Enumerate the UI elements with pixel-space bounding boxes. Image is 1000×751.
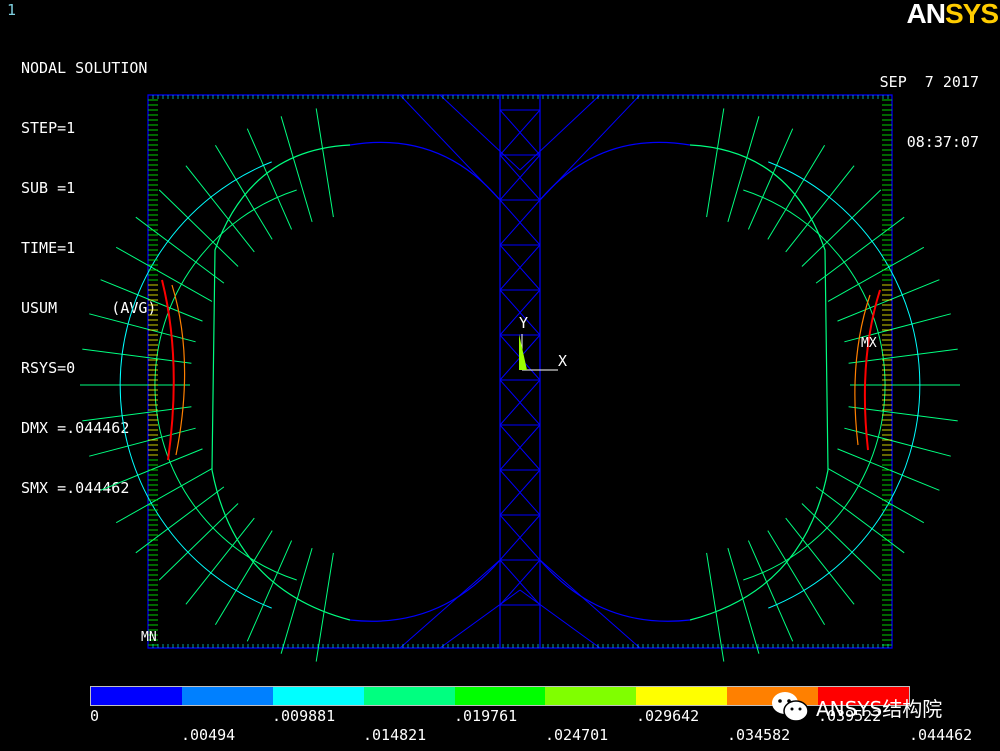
legend-band-5 <box>545 687 637 705</box>
legend-band-1 <box>181 687 273 705</box>
wechat-icon <box>772 692 809 722</box>
legend-label: .019761 <box>454 707 518 725</box>
fe-mesh <box>80 94 960 662</box>
legend-band-0 <box>91 687 182 705</box>
model-viewport[interactable]: Y X MX MN <box>0 0 1000 680</box>
coordinate-triad: Y X <box>519 314 567 371</box>
legend-label: .014821 <box>363 726 427 744</box>
legend-band-4 <box>454 687 546 705</box>
watermark-text: ANSYS结构院 <box>816 696 943 721</box>
legend-band-6 <box>636 687 728 705</box>
legend-band-2 <box>272 687 364 705</box>
legend-label: 0 <box>90 707 100 725</box>
legend-label: .034582 <box>727 726 791 744</box>
legend-label: .044462 <box>909 726 973 744</box>
min-marker: MN <box>141 630 157 645</box>
legend-band-3 <box>363 687 455 705</box>
legend-label: .009881 <box>272 707 336 725</box>
z-axis-marker <box>519 334 527 370</box>
legend-label: .00494 <box>181 726 236 744</box>
legend-label: .029642 <box>636 707 700 725</box>
axis-y-label: Y <box>519 314 528 332</box>
legend-label: .024701 <box>545 726 609 744</box>
watermark: ANSYS结构院 <box>770 690 942 724</box>
max-marker: MX <box>861 336 877 351</box>
axis-x-label: X <box>558 352 567 370</box>
